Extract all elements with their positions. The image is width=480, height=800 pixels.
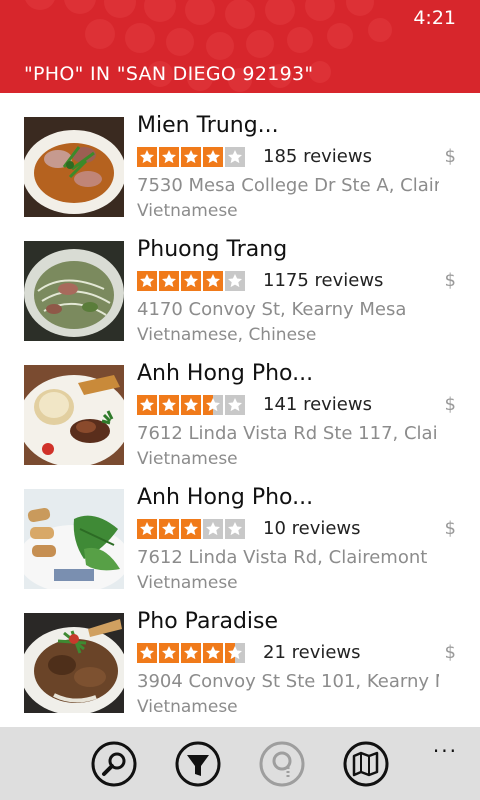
restaurant-cuisine: Vietnamese — [137, 697, 238, 717]
review-count: 141 reviews — [263, 394, 372, 415]
location-icon — [259, 741, 305, 787]
nearby-button[interactable] — [259, 741, 305, 787]
star-full-icon — [159, 147, 179, 167]
star-rating — [137, 271, 245, 291]
restaurant-address: 7530 Mesa College Dr Ste A, Claire — [137, 175, 439, 196]
star-full-icon — [159, 643, 179, 663]
star-empty-icon — [225, 147, 245, 167]
list-item[interactable]: Anh Hong Pho... 10 reviews $ 7612 Linda … — [0, 465, 480, 593]
review-count: 1175 reviews — [263, 270, 384, 291]
star-empty-icon — [203, 519, 223, 539]
restaurant-photo — [24, 613, 124, 713]
map-icon — [343, 741, 389, 787]
star-full-icon — [159, 395, 179, 415]
status-time: 4:21 — [413, 7, 456, 29]
review-count: 10 reviews — [263, 518, 361, 539]
star-full-icon — [137, 519, 157, 539]
price-level: $ — [444, 394, 456, 415]
restaurant-address: 3904 Convoy St Ste 101, Kearny Me — [137, 671, 439, 692]
star-full-icon — [159, 271, 179, 291]
review-count: 185 reviews — [263, 146, 372, 167]
restaurant-photo — [24, 489, 124, 589]
star-full-icon — [203, 147, 223, 167]
restaurant-name: Pho Paradise — [137, 609, 279, 634]
review-count: 21 reviews — [263, 642, 361, 663]
star-full-icon — [203, 271, 223, 291]
star-full-icon — [137, 147, 157, 167]
list-item[interactable]: Phuong Trang 1175 reviews $ 4170 Convoy … — [0, 217, 480, 345]
star-full-icon — [203, 643, 223, 663]
restaurant-address: 4170 Convoy St, Kearny Mesa — [137, 299, 407, 320]
app-bar: ... — [0, 727, 480, 800]
results-list[interactable]: Mien Trung... 185 reviews $ 7530 Mesa Co… — [0, 93, 480, 727]
star-full-icon — [181, 395, 201, 415]
more-options-button[interactable]: ... — [433, 733, 458, 757]
star-half-icon — [203, 395, 223, 415]
star-empty-icon — [225, 519, 245, 539]
map-button[interactable] — [343, 741, 389, 787]
header-bar: 4:21 "PHO" IN "SAN DIEGO 92193" — [0, 0, 480, 93]
star-full-icon — [137, 271, 157, 291]
list-item[interactable]: Anh Hong Pho... 141 reviews $ 7612 Linda… — [0, 341, 480, 469]
restaurant-photo — [24, 241, 124, 341]
star-rating — [137, 519, 245, 539]
search-button[interactable] — [91, 741, 137, 787]
star-full-icon — [181, 643, 201, 663]
price-level: $ — [444, 146, 456, 167]
restaurant-address: 7612 Linda Vista Rd, Clairemont — [137, 547, 428, 568]
filter-icon — [175, 741, 221, 787]
restaurant-photo — [24, 117, 124, 217]
star-full-icon — [159, 519, 179, 539]
restaurant-name: Anh Hong Pho... — [137, 361, 314, 386]
star-empty-icon — [225, 271, 245, 291]
list-item[interactable]: Pho Paradise 21 reviews $ 3904 Convoy St… — [0, 589, 480, 717]
restaurant-name: Mien Trung... — [137, 113, 279, 138]
star-rating — [137, 147, 245, 167]
star-full-icon — [181, 147, 201, 167]
restaurant-photo — [24, 365, 124, 465]
price-level: $ — [444, 518, 456, 539]
star-full-icon — [181, 271, 201, 291]
page-title: "PHO" IN "SAN DIEGO 92193" — [24, 63, 314, 85]
star-empty-icon — [225, 395, 245, 415]
restaurant-address: 7612 Linda Vista Rd Ste 117, Clairen — [137, 423, 439, 444]
price-level: $ — [444, 642, 456, 663]
star-full-icon — [137, 643, 157, 663]
star-full-icon — [137, 395, 157, 415]
star-half-icon — [225, 643, 245, 663]
star-rating — [137, 395, 245, 415]
filter-button[interactable] — [175, 741, 221, 787]
star-full-icon — [181, 519, 201, 539]
list-item[interactable]: Mien Trung... 185 reviews $ 7530 Mesa Co… — [0, 93, 480, 221]
restaurant-name: Phuong Trang — [137, 237, 288, 262]
restaurant-name: Anh Hong Pho... — [137, 485, 314, 510]
star-rating — [137, 643, 245, 663]
search-icon — [91, 741, 137, 787]
price-level: $ — [444, 270, 456, 291]
